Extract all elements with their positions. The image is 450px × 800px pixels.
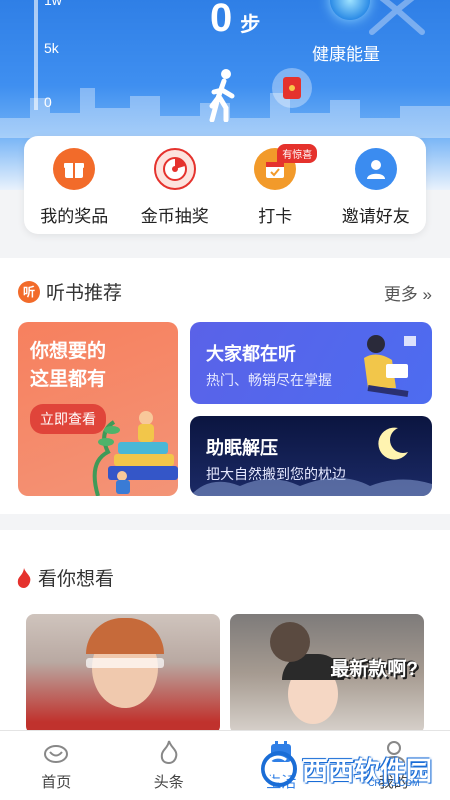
walking-person-icon [209,69,235,122]
books-illustration [92,411,178,496]
listen-icon: 听 [18,280,40,303]
card-subtitle: 热门、畅销尽在掌握 [206,372,332,388]
quick-actions-card: 我的奖品 金币抽奖 有惊喜 打卡 邀请好友 [24,136,426,234]
tape-decoration [86,658,164,668]
section-title: 看你想看 [38,569,115,590]
cloud-decoration [190,478,432,496]
quick-action-coin-lottery[interactable]: 金币抽奖 [127,148,223,227]
home-icon [44,745,69,763]
section-title: 听书推荐 [46,283,123,304]
quick-action-my-prizes[interactable]: 我的奖品 [26,148,122,227]
card-title: 助眠解压 [206,438,278,458]
scale-label-zero: 0 [44,94,52,110]
red-packet-icon[interactable] [272,68,312,108]
quick-action-check-in[interactable]: 有惊喜 打卡 [227,144,323,227]
audio-card-sleep[interactable]: 助眠解压 把大自然搬到您的枕边 [190,416,432,496]
tab-home[interactable]: 首页 [0,731,113,800]
quick-action-label: 邀请好友 [341,207,410,226]
video-thumbnail[interactable] [26,614,220,734]
steps-unit: 步 [240,14,261,36]
quick-action-invite-friends[interactable]: 邀请好友 [328,148,424,227]
lottery-wheel-icon [153,148,196,190]
tab-label: 头条 [153,774,184,791]
watermark-subtext: CR173.COM [368,778,420,788]
site-watermark: 西西软件园 CR173.COM [260,744,440,794]
card-line2: 这里都有 [30,369,107,390]
reading-person-illustration [364,335,416,397]
video-section: 看你想看 最新款啊? [0,530,450,734]
audio-card-featured[interactable]: 你想要的 这里都有 立即查看 [18,322,178,496]
surprise-badge: 有惊喜 [277,144,318,163]
hair-decoration [86,618,164,654]
tab-label: 首页 [41,774,72,791]
user-icon [354,148,397,190]
step-counter: 0 步 [210,0,260,41]
video-overlay-title: 最新款啊? [330,659,418,680]
flame-icon [17,567,31,588]
video-thumbnail[interactable]: 最新款啊? [230,614,424,734]
step-scale-bar [34,0,38,110]
watermark-logo-icon [261,751,297,787]
card-title: 大家都在听 [206,344,296,364]
card-line1: 你想要的 [30,341,107,362]
audio-card-popular[interactable]: 大家都在听 热门、畅销尽在掌握 [190,322,432,404]
scale-label-mid: 5k [44,40,59,56]
more-link[interactable]: 更多 » [384,280,432,305]
tab-headlines[interactable]: 头条 [113,731,226,800]
adult-thumbnail [270,622,310,662]
moon-icon [378,427,408,460]
quick-action-label: 我的奖品 [40,207,109,226]
quick-action-label: 金币抽奖 [140,207,209,226]
scale-label-top: 1w [44,0,62,8]
audio-recommend-section: 听 听书推荐 更多 » 你想要的 这里都有 立即查看 大家都在听 热门、畅销尽在… [0,258,450,514]
steps-value: 0 [210,0,233,40]
gift-icon [53,148,96,190]
section-header: 听 听书推荐 [18,278,122,305]
section-header: 看你想看 [16,564,114,591]
health-energy-label[interactable]: 健康能量 [312,40,380,65]
flame-icon [160,740,178,765]
quick-action-label: 打卡 [258,207,293,226]
